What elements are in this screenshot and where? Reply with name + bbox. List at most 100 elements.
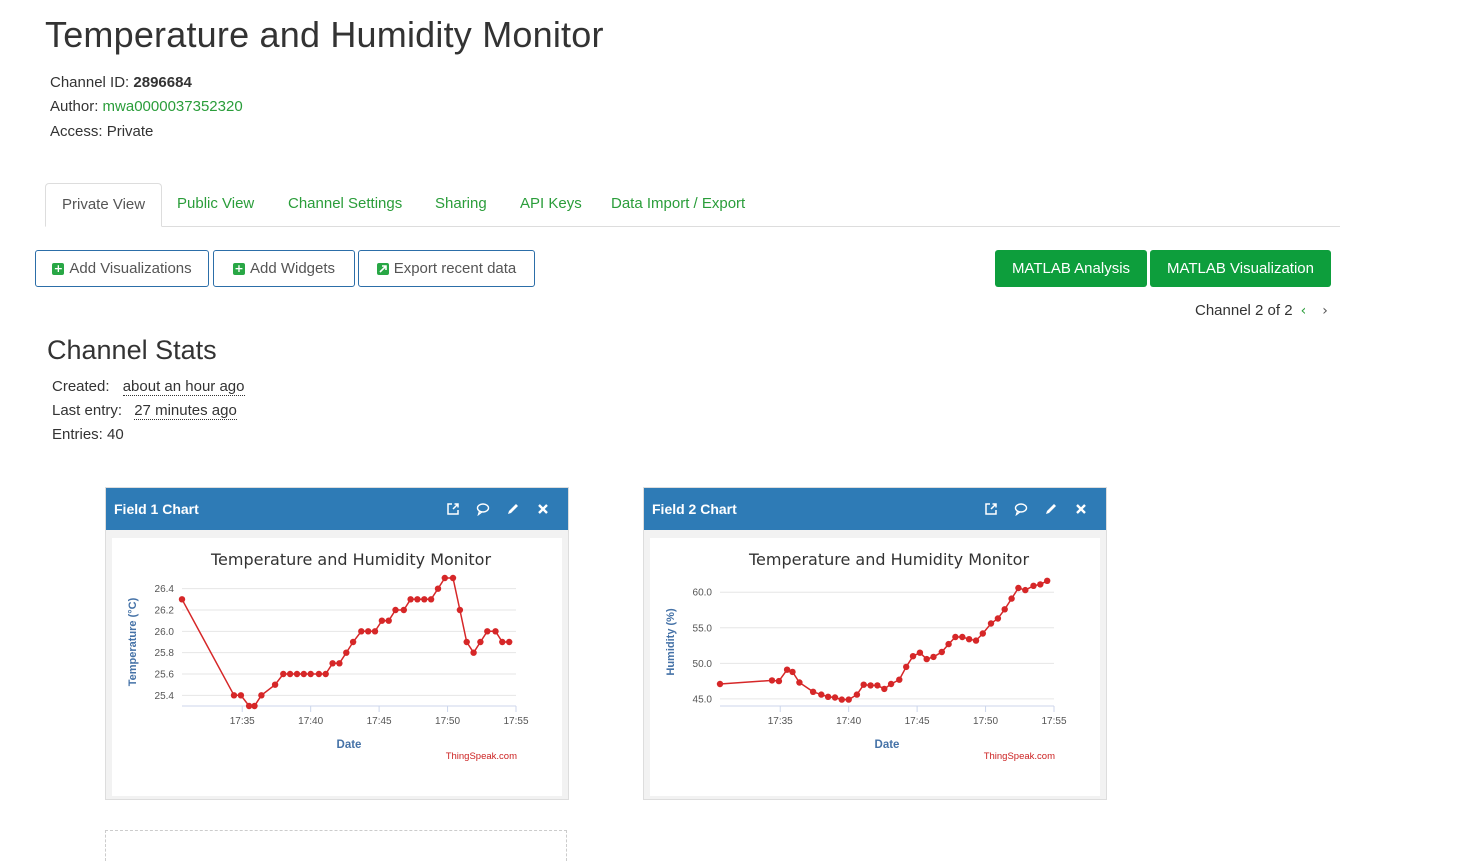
data-point (329, 660, 336, 667)
add-widgets-label: Add Widgets (249, 260, 336, 277)
data-point (336, 660, 343, 667)
tab-channel-settings[interactable]: Channel Settings (272, 183, 418, 225)
data-point (979, 630, 986, 637)
last-entry-line: Last entry: 27 minutes ago (52, 402, 237, 420)
data-point (286, 670, 294, 678)
plus-icon: + (52, 261, 65, 275)
data-point (343, 649, 350, 656)
data-point (853, 691, 861, 698)
panel-header: Field 2 Chart (644, 488, 1106, 530)
y-tick-label: 50.0 (693, 659, 713, 670)
created-line: Created: about an hour ago (52, 378, 245, 396)
channel-id-label: Channel ID: (50, 74, 130, 91)
data-point (421, 596, 428, 603)
data-point (349, 638, 357, 646)
pencil-icon[interactable] (506, 502, 520, 516)
data-point (789, 668, 796, 676)
created-label: Created: (52, 378, 110, 395)
chevron-left-icon[interactable]: ‹ (1301, 303, 1307, 319)
tab-public-view[interactable]: Public View (161, 183, 270, 225)
series-line (719, 580, 1048, 701)
data-point (1030, 582, 1037, 589)
field-1-chart: 25.4 25.6 25.8 26.0 26.2 26.4 17:35 17:40 17:45 1… (127, 550, 529, 762)
channel-stats-title: Channel Stats (47, 335, 217, 365)
y-tick-label: 60.0 (693, 588, 713, 599)
chart-credit: ThingSpeak.com (984, 751, 1055, 762)
chevron-right-icon[interactable]: › (1322, 303, 1328, 319)
data-point (470, 649, 477, 656)
data-point (867, 682, 874, 689)
data-point (251, 702, 258, 710)
data-point (775, 677, 783, 685)
x-tick-label: 17:50 (973, 716, 998, 727)
author-line: Author: mwa0000037352320 (50, 98, 243, 115)
data-point (237, 692, 245, 699)
data-point (1044, 577, 1051, 584)
matlab-visualization-button[interactable]: MATLAB Visualization (1150, 250, 1331, 287)
x-tick-label: 17:45 (367, 716, 392, 727)
data-point (300, 670, 307, 678)
chart-area: 45.0 50.0 55.0 60.0 17:35 17:40 17:45 17:50 17:5… (650, 538, 1100, 796)
x-tick-label: 17:45 (905, 716, 930, 727)
data-point (315, 670, 323, 678)
x-axis-label: Date (337, 739, 362, 751)
x-tick-label: 17:40 (298, 716, 323, 727)
data-point (716, 680, 724, 688)
comment-icon[interactable] (476, 502, 490, 516)
data-point (392, 606, 399, 614)
x-axis-label: Date (875, 739, 900, 751)
data-point (1008, 595, 1015, 602)
data-point (903, 663, 910, 671)
add-visualizations-button[interactable]: + Add Visualizations (35, 250, 209, 287)
close-icon[interactable] (536, 502, 550, 516)
panel-title: Field 1 Chart (114, 501, 199, 517)
created-value: about an hour ago (122, 378, 245, 396)
data-point (414, 596, 421, 603)
data-point (994, 615, 1002, 622)
data-point (881, 685, 888, 693)
data-point (280, 670, 287, 678)
external-link-icon[interactable] (446, 502, 460, 516)
author-label: Author: (50, 98, 99, 115)
y-tick-label: 26.4 (155, 584, 175, 595)
data-point (484, 628, 491, 635)
series-line (181, 577, 510, 707)
data-point (824, 693, 832, 700)
data-point (407, 596, 414, 603)
channel-tabs: Private View Public View Channel Setting… (45, 183, 1340, 227)
page-title: Temperature and Humidity Monitor (45, 14, 604, 55)
x-tick-label: 17:35 (768, 716, 793, 727)
author-link[interactable]: mwa0000037352320 (103, 98, 243, 115)
tab-api-keys[interactable]: API Keys (504, 183, 598, 225)
data-point (860, 681, 867, 688)
chart-title: Temperature and Humidity Monitor (210, 550, 492, 569)
y-tick-label: 25.4 (155, 691, 175, 702)
close-icon[interactable] (1074, 502, 1088, 516)
data-point (1015, 584, 1022, 592)
channel-id-value: 2896684 (133, 74, 192, 91)
y-tick-label: 25.6 (155, 670, 175, 681)
data-point (768, 677, 776, 684)
data-point (1022, 586, 1029, 594)
export-recent-data-label: Export recent data (393, 260, 517, 277)
data-point (938, 648, 945, 656)
comment-icon[interactable] (1014, 502, 1028, 516)
tab-private-view[interactable]: Private View (45, 183, 163, 227)
pencil-icon[interactable] (1044, 502, 1058, 516)
data-point (293, 670, 301, 678)
add-widgets-button[interactable]: + Add Widgets (213, 250, 355, 287)
data-point (845, 696, 852, 703)
channel-pager: Channel 2 of 2 ‹ › (1195, 302, 1328, 319)
channel-id-line: Channel ID: 2896684 (50, 74, 192, 91)
export-icon (376, 262, 389, 275)
data-point (271, 681, 279, 688)
data-point (371, 628, 379, 635)
y-axis-label: Humidity (%) (665, 608, 677, 676)
tab-sharing[interactable]: Sharing (419, 183, 503, 225)
data-point (972, 637, 980, 644)
tab-data-import-export[interactable]: Data Import / Export (595, 183, 761, 225)
matlab-analysis-button[interactable]: MATLAB Analysis (995, 250, 1147, 287)
export-recent-data-button[interactable]: Export recent data (358, 250, 535, 287)
external-link-icon[interactable] (984, 502, 998, 516)
data-point (400, 606, 407, 614)
